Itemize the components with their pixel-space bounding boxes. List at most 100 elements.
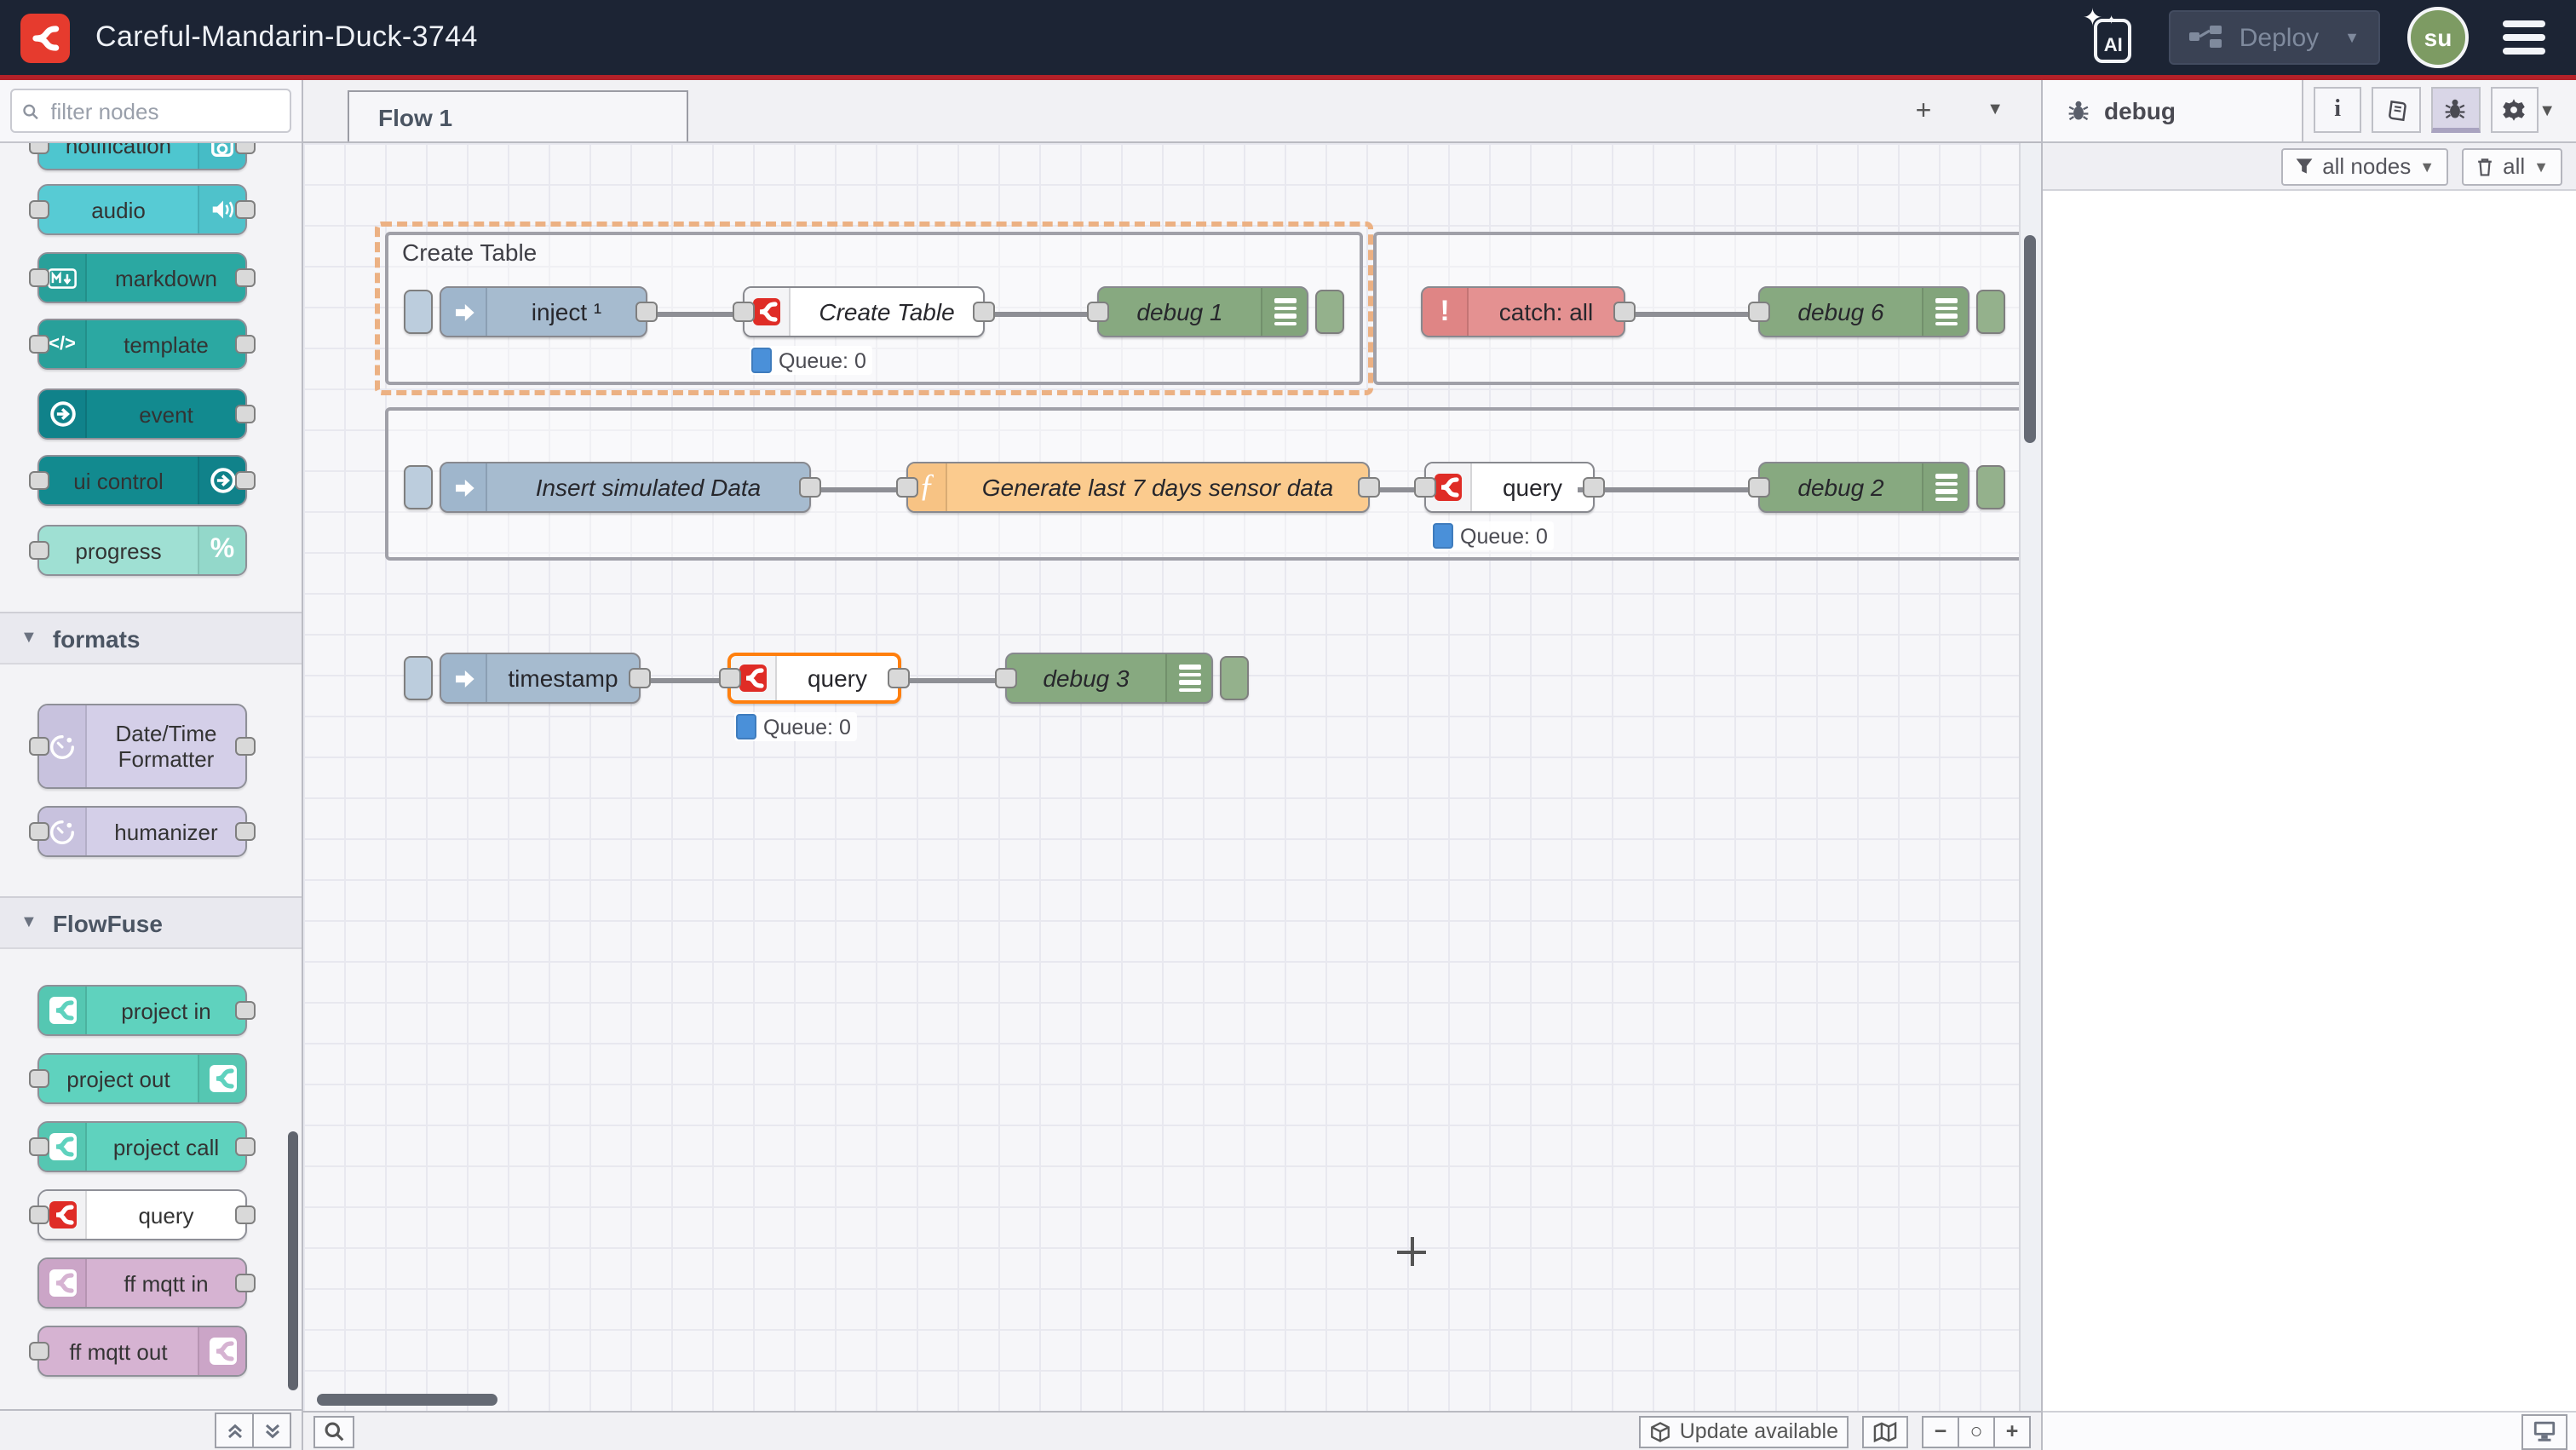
navigator-button[interactable] [1862,1415,1908,1447]
zoom-reset-button[interactable]: ○ [1959,1415,1995,1447]
zoom-out-button[interactable]: − [1922,1415,1959,1447]
palette-node-project-call[interactable]: project call [37,1121,247,1172]
port[interactable] [235,1001,256,1020]
debug-filter-button[interactable]: all nodes ▼ [2281,147,2448,185]
port[interactable] [1613,302,1636,322]
port[interactable] [235,268,256,287]
node-query-2[interactable]: query [1424,462,1595,513]
port[interactable] [29,200,49,219]
port[interactable] [235,200,256,219]
config-tab-button[interactable] [2490,87,2539,133]
expand-categories-button[interactable] [254,1413,291,1448]
port[interactable] [1583,477,1605,498]
node-create-table[interactable]: Create Table [743,286,985,337]
node-timestamp[interactable]: timestamp [440,653,641,704]
port[interactable] [888,668,910,688]
inject-button[interactable] [404,465,433,509]
port[interactable] [235,1137,256,1156]
port[interactable] [29,268,49,287]
port[interactable] [235,1205,256,1224]
wire[interactable] [811,486,906,492]
debug-tab-button[interactable] [2431,87,2480,133]
canvas-hscrollbar-thumb[interactable] [317,1394,497,1406]
user-avatar[interactable]: su [2407,7,2469,68]
port[interactable] [896,477,918,498]
port[interactable] [29,822,49,841]
palette-category-formats[interactable]: ▼ formats [0,612,302,665]
node-inject-1[interactable]: inject ¹ [440,286,647,337]
debug-toggle-button[interactable] [1315,290,1344,334]
node-query-3-selected[interactable]: query [727,653,901,704]
wire[interactable] [978,311,1097,316]
palette-node-ff-mqtt-out[interactable]: ff mqtt out [37,1326,247,1377]
port[interactable] [29,1205,49,1224]
port[interactable] [799,477,821,498]
debug-toggle-button[interactable] [1976,465,2005,509]
port[interactable] [235,737,256,756]
canvas-vscrollbar-thumb[interactable] [2024,235,2036,443]
port[interactable] [973,302,995,322]
help-tab-button[interactable] [2372,87,2421,133]
palette-node-audio[interactable]: audio [37,184,247,235]
debug-toggle-button[interactable] [1976,290,2005,334]
inject-button[interactable] [404,290,433,334]
palette-filter-input[interactable] [47,96,279,125]
port[interactable] [29,737,49,756]
palette-node-query[interactable]: query [37,1189,247,1240]
port[interactable] [29,143,49,154]
node-debug-3[interactable]: debug 3 [1005,653,1213,704]
port[interactable] [629,668,651,688]
node-catch-all[interactable]: ! catch: all [1421,286,1625,337]
palette-node-project-in[interactable]: project in [37,985,247,1036]
node-generate-sensor-data[interactable]: ƒ Generate last 7 days sensor data [906,462,1370,513]
port[interactable] [235,143,256,154]
debug-clear-button[interactable]: all ▼ [2462,147,2562,185]
update-available-button[interactable]: Update available [1639,1415,1849,1447]
palette-node-event[interactable]: event [37,388,247,440]
port[interactable] [235,471,256,490]
info-tab-button[interactable]: i [2314,87,2362,133]
palette-node-ui-control[interactable]: ui control [37,455,247,506]
palette-node-markdown[interactable]: markdown [37,252,247,303]
port[interactable] [29,541,49,560]
palette-node-notification[interactable]: notification [37,143,247,170]
main-menu-button[interactable] [2496,14,2552,61]
sidebar-caret-icon[interactable]: ▼ [2539,101,2556,120]
port[interactable] [995,668,1017,688]
port[interactable] [29,1342,49,1361]
port[interactable] [235,1274,256,1292]
tab-debug[interactable]: debug [2043,80,2303,141]
node-insert-simulated-data[interactable]: Insert simulated Data [440,462,811,513]
port[interactable] [1087,302,1109,322]
port[interactable] [635,302,658,322]
port[interactable] [1414,477,1436,498]
port[interactable] [1358,477,1380,498]
palette-node-template[interactable]: </> template [37,319,247,370]
node-debug-1[interactable]: debug 1 [1097,286,1308,337]
wire[interactable] [1619,311,1758,316]
add-flow-button[interactable]: + [1901,95,1946,129]
node-debug-6[interactable]: debug 6 [1758,286,1969,337]
port[interactable] [29,335,49,354]
palette-node-project-out[interactable]: project out [37,1053,247,1104]
port[interactable] [235,822,256,841]
port[interactable] [1748,302,1770,322]
debug-toggle-button[interactable] [1220,656,1249,700]
open-in-window-button[interactable] [2521,1413,2567,1449]
flow-list-caret-icon[interactable]: ▼ [1987,101,2004,119]
palette-node-ff-mqtt-in[interactable]: ff mqtt in [37,1257,247,1309]
tab-flow-1[interactable]: Flow 1 [348,90,688,141]
deploy-caret-icon[interactable]: ▼ [2344,29,2360,46]
palette-scrollbar-thumb[interactable] [288,1131,298,1390]
canvas-search-button[interactable] [313,1415,354,1447]
palette-node-progress[interactable]: progress % [37,525,247,576]
zoom-in-button[interactable]: + [1995,1415,2031,1447]
wire[interactable] [637,677,731,682]
collapse-categories-button[interactable] [215,1413,254,1448]
port[interactable] [719,668,741,688]
port[interactable] [29,1069,49,1088]
port[interactable] [733,302,755,322]
node-debug-2[interactable]: debug 2 [1758,462,1969,513]
canvas-vscrollbar[interactable] [2019,143,2041,1411]
palette-node-humanizer[interactable]: humanizer [37,806,247,857]
